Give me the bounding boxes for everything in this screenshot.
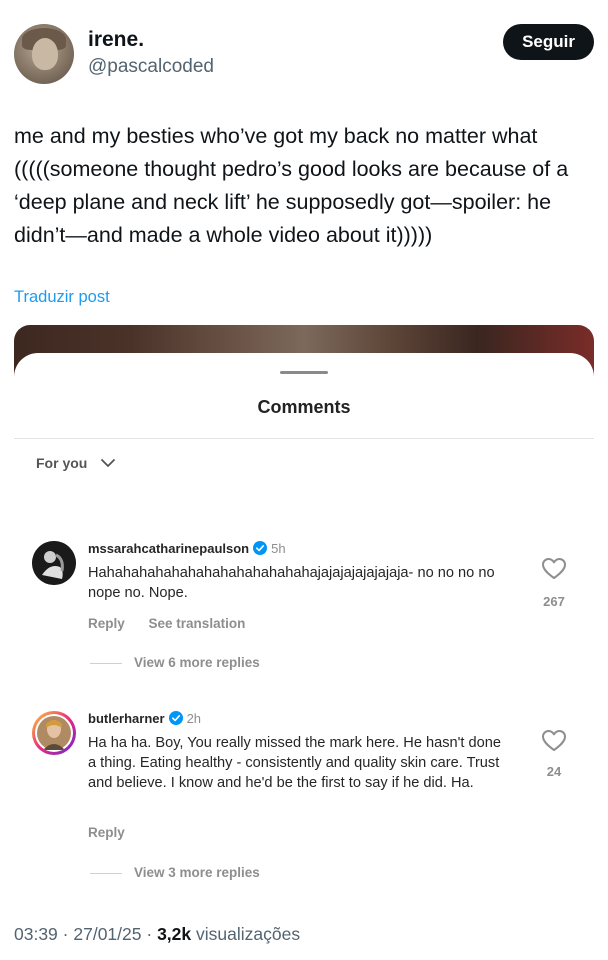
view-more-replies-label: View 6 more replies (134, 655, 260, 670)
comment-actions: Reply (88, 825, 145, 840)
replies-line (90, 872, 122, 874)
tweet-header: irene. @pascalcoded Seguir (14, 24, 594, 86)
comment-item: butlerharner 2h Ha ha ha. Boy, You really… (14, 711, 594, 881)
view-more-replies[interactable]: View 6 more replies (90, 655, 260, 670)
reply-button[interactable]: Reply (88, 616, 125, 631)
replies-line (90, 662, 122, 664)
reply-button[interactable]: Reply (88, 825, 125, 840)
view-more-replies[interactable]: View 3 more replies (90, 865, 260, 880)
verified-icon (168, 711, 183, 725)
translate-post-link[interactable]: Traduzir post (14, 288, 110, 307)
post-time[interactable]: 03:39 (14, 924, 58, 944)
comment-time: 2h (186, 711, 202, 726)
comment-text: Hahahahahahahahahahahahahahajajajajajaja… (88, 565, 495, 601)
heart-icon[interactable] (541, 729, 567, 753)
chevron-down-icon (101, 459, 115, 467)
for-you-filter: For you (36, 455, 88, 471)
author-avatar[interactable] (14, 24, 74, 84)
heart-icon[interactable] (541, 557, 567, 581)
meta-separator: · (146, 924, 153, 944)
comment-time: 5h (271, 541, 286, 556)
views-label: visualizações (196, 924, 301, 944)
see-translation-button[interactable]: See translation (149, 616, 246, 631)
commenter-username: mssarahcatharinepaulson 5h (88, 541, 286, 556)
like-count: 24 (546, 764, 562, 779)
author-handle[interactable]: @pascalcoded (88, 56, 214, 78)
comment-actions: Reply See translation (88, 616, 265, 631)
comment-text: Ha ha ha. Boy, You really missed the mar… (88, 735, 501, 791)
divider (14, 438, 594, 439)
like-count: 267 (543, 594, 565, 609)
follow-button[interactable]: Seguir (503, 24, 594, 60)
username-text: mssarahcatharinepaulson (88, 541, 250, 556)
commenter-username: butlerharner 2h (88, 711, 201, 726)
view-more-replies-label: View 3 more replies (134, 865, 260, 880)
comments-title: Comments (257, 397, 351, 417)
post-date[interactable]: 27/01/25 (73, 924, 141, 944)
comment-item: mssarahcatharinepaulson 5h Hahahahahahaha… (14, 541, 594, 671)
username-text: butlerharner (88, 711, 165, 726)
tweet-media[interactable]: Comments For you mssarahcatharinepaulson… (14, 325, 594, 885)
meta-separator: · (62, 924, 69, 944)
comments-sheet: Comments For you mssarahcatharinepaulson… (14, 353, 594, 885)
sheet-grabber (280, 371, 328, 374)
views-count[interactable]: 3,2k (157, 924, 191, 944)
tweet-meta: 03:39 · 27/01/25 · 3,2k visualizações (14, 924, 300, 945)
tweet-text: me and my besties who’ve got my back no … (14, 124, 575, 247)
commenter-avatar (32, 711, 76, 755)
verified-icon (253, 541, 268, 555)
author-name[interactable]: irene. (88, 28, 144, 52)
commenter-avatar (32, 541, 76, 585)
